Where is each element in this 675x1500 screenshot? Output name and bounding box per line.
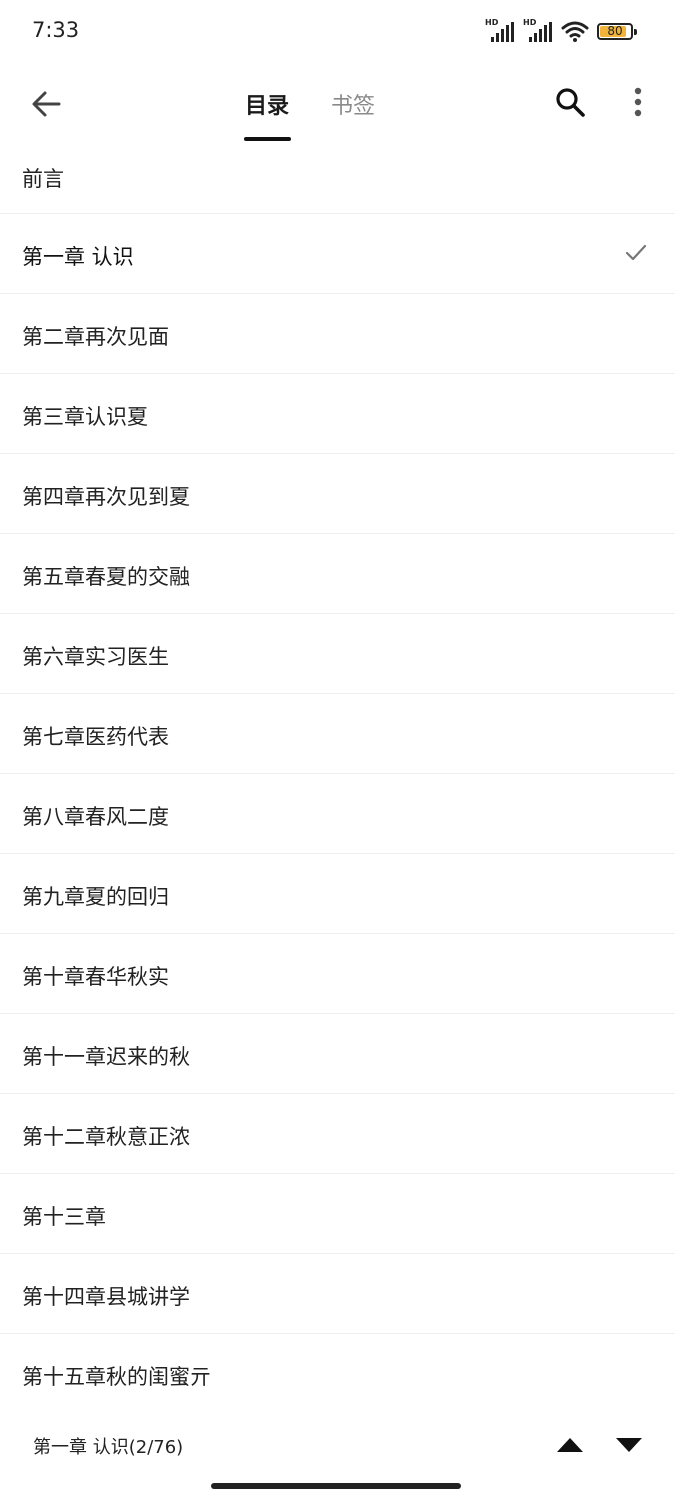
chapter-item[interactable]: 前言 [0, 136, 675, 214]
chapter-item[interactable]: 第十一章迟来的秋 [0, 1014, 675, 1094]
toolbar: 目录 书签 [0, 62, 675, 144]
status-icons: HD HD 80 [485, 18, 637, 42]
chapter-item[interactable]: 第八章春风二度 [0, 774, 675, 854]
scroll-down-button[interactable] [609, 1427, 649, 1463]
tab-table-of-contents[interactable]: 目录 [245, 88, 289, 120]
chapter-item-current[interactable]: 第一章 认识 [0, 214, 675, 294]
chapter-item[interactable]: 第十章春华秋实 [0, 934, 675, 1014]
arrow-left-icon [32, 91, 61, 117]
chapter-list: 前言 第一章 认识 第二章再次见面 第三章认识夏 第四章再次见到夏 第五章春夏的… [0, 136, 675, 1414]
checkmark-icon [625, 244, 647, 261]
chapter-item[interactable]: 第九章夏的回归 [0, 854, 675, 934]
search-button[interactable] [548, 80, 592, 124]
wifi-icon [561, 21, 589, 42]
current-chapter-indicator: 第一章 认识(2/76) [33, 1437, 184, 1458]
chapter-item[interactable]: 第十五章秋的闺蜜亓 [0, 1334, 675, 1414]
cellular-signal-icon: HD [485, 18, 515, 42]
scroll-up-button[interactable] [550, 1427, 590, 1463]
triangle-up-icon [557, 1438, 583, 1452]
chapter-item[interactable]: 第七章医药代表 [0, 694, 675, 774]
chapter-item[interactable]: 第五章春夏的交融 [0, 534, 675, 614]
more-options-button[interactable] [618, 80, 658, 124]
chapter-item[interactable]: 第六章实习医生 [0, 614, 675, 694]
battery-icon: 80 [597, 22, 637, 40]
home-indicator[interactable] [211, 1483, 461, 1489]
chapter-item[interactable]: 第十二章秋意正浓 [0, 1094, 675, 1174]
chapter-item[interactable]: 第十三章 [0, 1174, 675, 1254]
status-bar: 7:33 HD HD 80 [0, 0, 675, 62]
back-button[interactable] [22, 80, 70, 128]
chapter-item[interactable]: 第四章再次见到夏 [0, 454, 675, 534]
status-time: 7:33 [32, 18, 80, 42]
chapter-item[interactable]: 第十四章县城讲学 [0, 1254, 675, 1334]
cellular-signal-icon-2: HD [523, 18, 553, 42]
chapter-item[interactable]: 第三章认识夏 [0, 374, 675, 454]
tab-bookmarks[interactable]: 书签 [331, 88, 375, 120]
chapter-item[interactable]: 第二章再次见面 [0, 294, 675, 374]
triangle-down-icon [616, 1438, 642, 1452]
bottom-bar: 第一章 认识(2/76) [0, 1413, 675, 1475]
search-icon [556, 88, 585, 117]
more-vertical-icon [634, 87, 642, 117]
